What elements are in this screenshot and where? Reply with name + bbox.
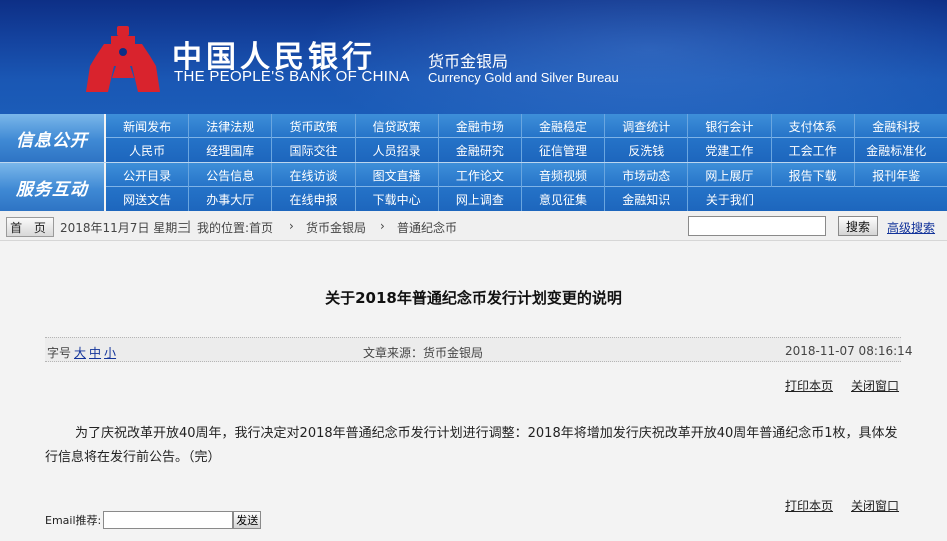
main-navigation: 信息公开 新闻发布 法律法规 货币政策 信贷政策 金融市场 金融稳定 调查统计 … [0,114,947,211]
nav-row: 公开目录 公告信息 在线访谈 图文直播 工作论文 音频视频 市场动态 网上展厅 … [106,163,947,187]
nav-item[interactable]: 图文直播 [356,163,439,187]
breadcrumb-arrow-icon: › [380,219,385,233]
page: 中国人民银行 THE PEOPLE'S BANK OF CHINA 货币金银局 … [0,0,947,541]
article-actions-bottom: 打印本页 关闭窗口 [785,497,899,514]
nav-item[interactable]: 新闻发布 [106,114,190,138]
nav-item[interactable]: 金融标准化 [855,138,938,162]
nav-row: 新闻发布 法律法规 货币政策 信贷政策 金融市场 金融稳定 调查统计 银行会计 … [106,114,947,138]
home-button[interactable]: 首 页 [6,217,54,237]
nav-item[interactable]: 国际交往 [272,138,356,162]
nav-grid-info: 新闻发布 法律法规 货币政策 信贷政策 金融市场 金融稳定 调查统计 银行会计 … [106,114,947,162]
font-size-control: 字号大中小 [47,344,116,361]
email-recommend: Email推荐: 发送 [45,510,262,530]
nav-item[interactable]: 网上调查 [439,187,522,211]
nav-item[interactable]: 公开目录 [106,163,190,187]
bureau-name-cn: 货币金银局 [428,52,509,71]
nav-section-info: 信息公开 新闻发布 法律法规 货币政策 信贷政策 金融市场 金融稳定 调查统计 … [0,114,947,162]
article: 关于2018年普通纪念币发行计划变更的说明 字号大中小 文章来源：货币金银局 2… [0,242,947,541]
close-window-link[interactable]: 关闭窗口 [851,499,899,513]
nav-item[interactable]: 市场动态 [605,163,689,187]
nav-item[interactable]: 网送文告 [106,187,190,211]
nav-item[interactable]: 金融科技 [855,114,938,138]
close-window-link[interactable]: 关闭窗口 [851,379,899,393]
nav-item[interactable]: 金融研究 [439,138,522,162]
font-size-small[interactable]: 小 [104,346,116,360]
nav-item[interactable]: 人民币 [106,138,190,162]
breadcrumb-arrow-icon: › [289,219,294,233]
nav-item[interactable]: 公告信息 [189,163,273,187]
nav-item[interactable]: 法律法规 [189,114,273,138]
font-size-large[interactable]: 大 [74,346,86,360]
email-label: Email推荐: [45,514,102,527]
nav-section-label-service[interactable]: 服务互动 [0,163,104,211]
nav-item[interactable]: 征信管理 [522,138,606,162]
email-field[interactable] [103,511,234,529]
nav-item[interactable]: 报告下载 [772,163,855,187]
nav-item[interactable]: 信贷政策 [356,114,439,138]
nav-item[interactable]: 音频视频 [522,163,606,187]
nav-grid-service: 公开目录 公告信息 在线访谈 图文直播 工作论文 音频视频 市场动态 网上展厅 … [106,163,947,211]
article-actions-top: 打印本页 关闭窗口 [785,377,899,394]
bureau-name-en: Currency Gold and Silver Bureau [428,70,619,85]
print-link[interactable]: 打印本页 [785,499,833,513]
nav-item[interactable]: 党建工作 [688,138,772,162]
site-header: 中国人民银行 THE PEOPLE'S BANK OF CHINA 货币金银局 … [0,0,947,114]
breadcrumb-bar: 首 页 2018年11月7日 星期三 | 我的位置:首页 › 货币金银局 › 普… [0,211,947,241]
nav-item[interactable]: 报刊年鉴 [855,163,938,187]
nav-item[interactable]: 办事大厅 [189,187,273,211]
article-body: 为了庆祝改革开放40周年，我行决定对2018年普通纪念币发行计划进行调整：201… [45,426,898,465]
nav-item[interactable]: 意见征集 [522,187,606,211]
search-input[interactable] [688,216,826,236]
nav-item[interactable]: 下载中心 [356,187,439,211]
print-link[interactable]: 打印本页 [785,379,833,393]
breadcrumb-bureau[interactable]: 货币金银局 [306,219,366,236]
nav-item[interactable]: 银行会计 [688,114,772,138]
nav-section-service: 服务互动 公开目录 公告信息 在线访谈 图文直播 工作论文 音频视频 市场动态 … [0,163,947,211]
nav-item[interactable]: 关于我们 [688,187,771,211]
advanced-search-link[interactable]: 高级搜索 [887,219,935,236]
article-datetime: 2018-11-07 08:16:14 [785,344,913,358]
nav-item[interactable]: 工会工作 [772,138,855,162]
send-button[interactable]: 发送 [233,511,262,529]
bank-name-en: THE PEOPLE'S BANK OF CHINA [174,68,410,85]
pboc-logo-icon [86,26,160,92]
breadcrumb-home[interactable]: 我的位置:首页 [197,219,273,236]
search-button[interactable]: 搜索 [838,216,878,236]
breadcrumb-separator: | [187,219,192,233]
article-source: 文章来源：货币金银局 [363,346,484,360]
nav-section-label-info[interactable]: 信息公开 [0,114,104,162]
header-glow [300,0,947,114]
nav-item[interactable]: 在线申报 [272,187,356,211]
nav-row: 人民币 经理国库 国际交往 人员招录 金融研究 征信管理 反洗钱 党建工作 工会… [106,138,947,162]
nav-item[interactable]: 货币政策 [272,114,356,138]
nav-item[interactable]: 金融知识 [605,187,689,211]
current-date: 2018年11月7日 星期三 [60,221,190,235]
breadcrumb-commemorative-coin[interactable]: 普通纪念币 [397,219,457,236]
font-size-label: 字号 [47,346,72,360]
nav-item[interactable]: 工作论文 [439,163,522,187]
nav-item[interactable]: 金融市场 [439,114,522,138]
nav-item[interactable]: 调查统计 [605,114,689,138]
nav-item[interactable]: 网上展厅 [688,163,772,187]
article-title: 关于2018年普通纪念币发行计划变更的说明 [325,289,622,307]
nav-item[interactable]: 反洗钱 [605,138,689,162]
article-meta: 字号大中小 文章来源：货币金银局 2018-11-07 08:16:14 [45,337,912,362]
nav-item[interactable]: 人员招录 [356,138,439,162]
nav-item[interactable]: 支付体系 [772,114,855,138]
nav-item[interactable]: 经理国库 [189,138,273,162]
nav-row: 网送文告 办事大厅 在线申报 下载中心 网上调查 意见征集 金融知识 关于我们 [106,187,947,211]
nav-item[interactable]: 金融稳定 [522,114,606,138]
font-size-medium[interactable]: 中 [89,346,101,360]
nav-item[interactable]: 在线访谈 [272,163,356,187]
